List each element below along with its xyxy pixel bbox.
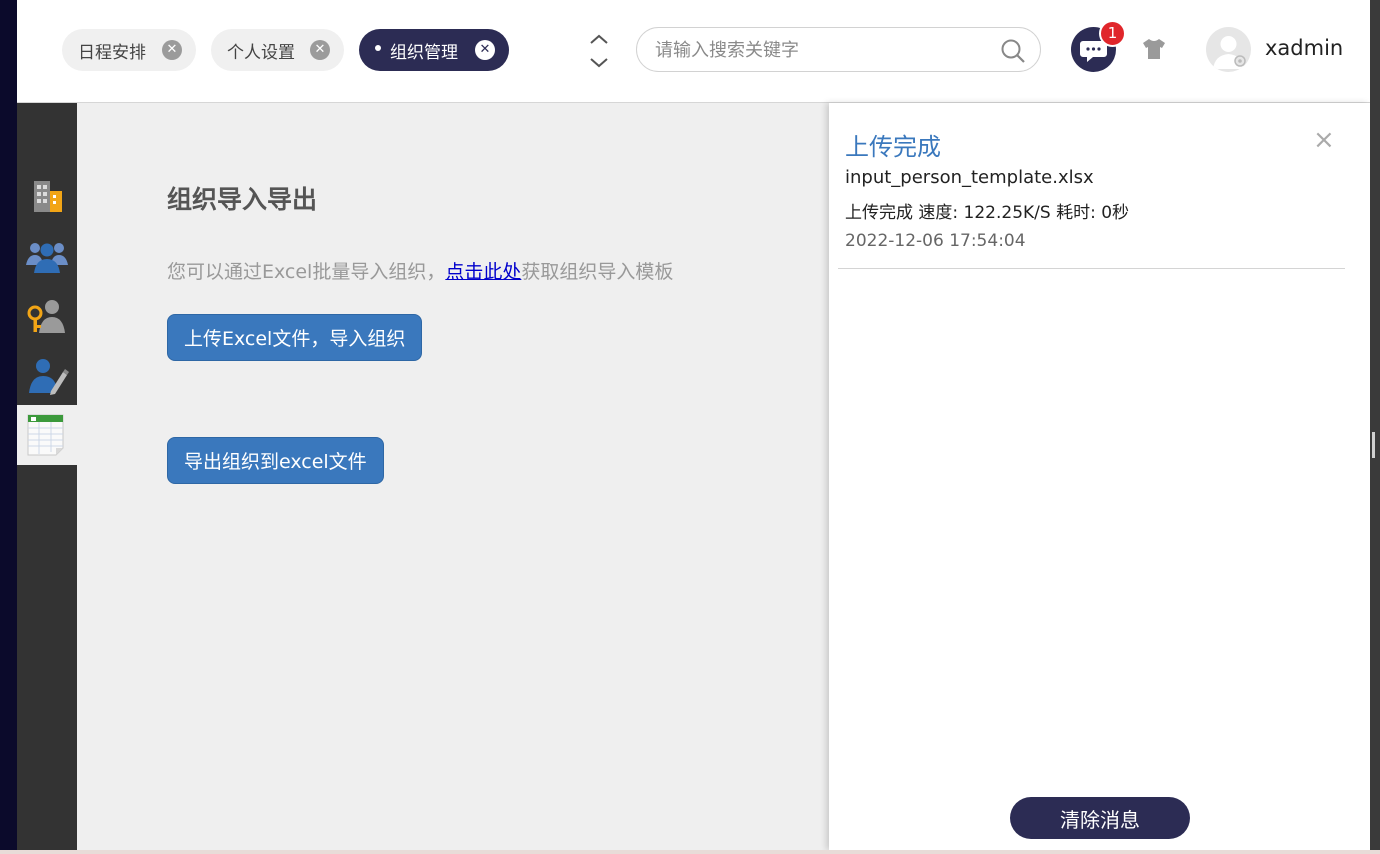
description-text-end: 获取组织导入模板	[521, 261, 674, 283]
page-title: 组织导入导出	[167, 185, 318, 214]
divider	[838, 268, 1345, 269]
clear-messages-button[interactable]: 清除消息	[1010, 797, 1190, 839]
window-edge	[1370, 0, 1380, 854]
tab-scroll-chevrons-icon[interactable]	[587, 32, 611, 70]
sidebar-item-import-export[interactable]	[17, 405, 77, 465]
close-icon[interactable]: ✕	[162, 40, 182, 60]
search-box	[636, 27, 1041, 72]
scrollbar-thumb[interactable]	[1372, 432, 1375, 458]
user-avatar-icon	[1213, 36, 1246, 69]
upload-timestamp: 2022-12-06 17:54:04	[845, 231, 1026, 251]
close-icon[interactable]: ×	[1313, 127, 1335, 153]
active-dot-icon	[375, 45, 381, 51]
sidebar-item-users[interactable]	[17, 225, 77, 285]
import-description: 您可以通过Excel批量导入组织，点击此处获取组织导入模板	[167, 257, 673, 284]
sidebar-item-organizations[interactable]	[17, 165, 77, 225]
top-header: 日程安排 ✕ 个人设置 ✕ 组织管理 ✕ 请输入搜索关键字 1 xadmin	[17, 0, 1370, 103]
users-group-icon	[26, 243, 68, 273]
export-excel-button[interactable]: 导出组织到excel文件	[167, 437, 384, 484]
notification-badge: 1	[1099, 20, 1126, 47]
tab-label: 个人设置	[227, 42, 295, 63]
close-icon[interactable]: ✕	[475, 40, 495, 60]
user-key-icon	[27, 300, 65, 333]
avatar[interactable]	[1206, 27, 1251, 72]
uploaded-file-name: input_person_template.xlsx	[845, 167, 1094, 188]
user-edit-icon	[29, 359, 69, 395]
main-content: 组织导入导出 您可以通过Excel批量导入组织，点击此处获取组织导入模板 上传E…	[77, 103, 829, 850]
tab-label: 日程安排	[78, 42, 146, 63]
building-icon	[34, 181, 62, 212]
sidebar-item-user-edit[interactable]	[17, 345, 77, 405]
tab-schedule[interactable]: 日程安排 ✕	[62, 29, 196, 71]
window-bottom-edge	[0, 850, 1380, 854]
tab-label: 组织管理	[390, 42, 458, 63]
search-input[interactable]	[655, 36, 985, 64]
spreadsheet-icon	[27, 414, 64, 456]
template-download-link[interactable]: 点击此处	[445, 261, 521, 283]
upload-excel-button[interactable]: 上传Excel文件，导入组织	[167, 314, 423, 361]
tab-personal-settings[interactable]: 个人设置 ✕	[211, 29, 344, 71]
close-icon[interactable]: ✕	[310, 40, 330, 60]
sidebar	[17, 103, 77, 850]
sidebar-item-roles[interactable]	[17, 285, 77, 345]
theme-shirt-icon[interactable]	[1141, 37, 1167, 61]
description-text: 您可以通过Excel批量导入组织，	[167, 261, 446, 283]
search-icon[interactable]	[1000, 38, 1026, 64]
app-window: 日程安排 ✕ 个人设置 ✕ 组织管理 ✕ 请输入搜索关键字 1 xadmin 组…	[17, 0, 1370, 850]
notification-title: 上传完成	[845, 133, 941, 161]
notification-panel: 上传完成 × input_person_template.xlsx 上传完成 速…	[829, 103, 1370, 850]
username[interactable]: xadmin	[1265, 36, 1343, 60]
upload-speed-text: 上传完成 速度: 122.25K/S 耗时: 0秒	[845, 203, 1130, 223]
tab-org-management[interactable]: 组织管理 ✕	[359, 29, 509, 71]
